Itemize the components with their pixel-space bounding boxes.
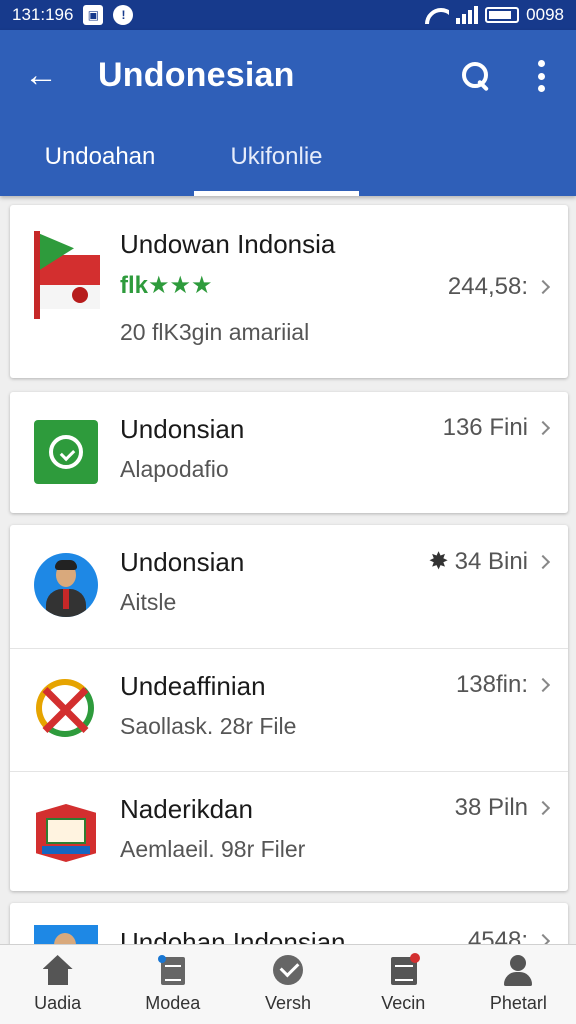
nav-label: Uadia: [34, 993, 82, 1013]
check-circle-icon: [271, 955, 305, 987]
list-item[interactable]: Undonsian Alapodafio 136 Fini: [10, 392, 568, 515]
app-size: 138fin:: [455, 671, 551, 699]
app-size: ✸ 34 Bini: [428, 547, 551, 576]
avatar: [34, 553, 98, 617]
person-icon: [501, 955, 535, 987]
size-text: 136 Fini: [442, 414, 528, 441]
tab-indicator: [194, 191, 359, 196]
tab-undoahan[interactable]: Undoahan: [0, 137, 200, 196]
notification-icon: ▣: [83, 5, 104, 25]
app-subtitle: Alapodafio: [120, 456, 229, 482]
chevron-right-icon: [535, 554, 551, 569]
alert-icon: !: [113, 5, 134, 25]
nav-item-profile[interactable]: Phetarl: [461, 945, 576, 1024]
search-icon[interactable]: [460, 60, 492, 92]
featured-app-card[interactable]: Undowan Indonsia flk★★★ 244,58: 20 flK3g…: [10, 205, 568, 378]
document-icon: [156, 955, 190, 987]
app-size: 38 Piln: [454, 794, 551, 822]
app-subtitle: Aemlaeil. 98r Filer: [120, 836, 306, 862]
page-title: Undonesian: [98, 56, 295, 94]
signal-icon: [456, 6, 479, 24]
inbox-icon: [386, 953, 421, 987]
nav-item-verified[interactable]: Versh: [230, 945, 345, 1024]
size-text: 38 Piln: [454, 794, 528, 821]
app-name: Undowan Indonsia: [120, 229, 336, 259]
app-name: Undonsian: [120, 414, 245, 444]
size-text: 34 Bini: [454, 547, 528, 575]
chat-icon: [34, 420, 98, 484]
status-left: 131:196 ▣ !: [12, 5, 134, 25]
app-group-card: Undonsian Aitsle ✸ 34 Bini Undeaffinian …: [10, 525, 568, 891]
nav-item-home[interactable]: Uadia: [0, 945, 115, 1024]
app-bar: ← Undonesian Undoahan Ukifonlie: [0, 30, 576, 196]
chevron-right-icon: [535, 279, 551, 295]
app-description: 20 flK3gin amariial: [120, 319, 310, 345]
wifi-icon: [425, 6, 449, 24]
app-size: 244,58:: [447, 273, 551, 301]
tab-label: Ukifonlie: [230, 143, 323, 170]
app-subtitle: Aitsle: [120, 589, 177, 615]
app-card: Undonsian Alapodafio 136 Fini: [10, 392, 568, 513]
flag-icon: [34, 231, 100, 319]
rating-stars: flk★★★: [120, 272, 213, 299]
bottom-navigation: Uadia Modea Versh Vecin Phetarl: [0, 944, 576, 1024]
chevron-right-icon: [535, 800, 551, 816]
size-text: 244,58:: [447, 273, 528, 300]
battery-icon: [485, 7, 520, 23]
list-item[interactable]: Naderikdan Aemlaeil. 98r Filer 38 Piln: [10, 771, 568, 889]
list-item[interactable]: Undonsian Aitsle ✸ 34 Bini: [10, 525, 568, 648]
size-text: 138fin:: [455, 671, 528, 698]
chevron-right-icon: [535, 420, 551, 436]
app-size: 136 Fini: [442, 414, 551, 442]
back-arrow-icon[interactable]: ←: [24, 58, 58, 92]
app-name: Naderikdan: [120, 794, 253, 824]
nav-item-inbox[interactable]: Vecin: [346, 945, 461, 1024]
tab-ukifonlie[interactable]: Ukifonlie: [194, 137, 359, 196]
ring-cross-icon: [34, 677, 98, 741]
nav-label: Modea: [145, 993, 201, 1013]
nav-label: Phetarl: [489, 993, 547, 1013]
home-icon: [41, 955, 75, 987]
status-right: 0098: [425, 5, 564, 25]
app-name: Undonsian: [120, 547, 245, 577]
book-icon: [34, 800, 98, 864]
tab-label: Undoahan: [44, 143, 156, 170]
nav-label: Vecin: [381, 993, 426, 1013]
gear-icon: ✸: [428, 548, 449, 575]
more-vertical-icon[interactable]: [530, 60, 552, 92]
status-time: 131:196: [12, 5, 74, 24]
nav-label: Versh: [264, 993, 312, 1013]
list-item[interactable]: Undeaffinian Saollask. 28r File 138fin:: [10, 648, 568, 771]
app-name: Undeaffinian: [120, 671, 266, 701]
chevron-right-icon: [535, 677, 551, 693]
status-bar: 131:196 ▣ ! 0098: [0, 0, 576, 30]
app-subtitle: Saollask. 28r File: [120, 713, 297, 739]
nav-item-documents[interactable]: Modea: [115, 945, 230, 1024]
battery-text: 0098: [526, 5, 564, 24]
